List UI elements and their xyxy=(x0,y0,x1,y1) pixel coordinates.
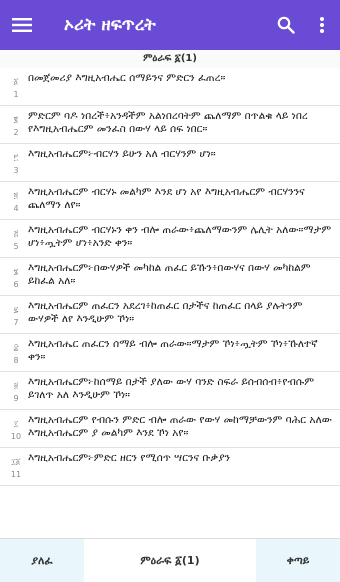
verse-row[interactable]: ፬ 4 እግዚአብሔርም ብርሃኑ መልካም እንደ ሆነ አየ እግዚአብሔርም… xyxy=(0,182,340,220)
verse-text: በመጀመሪያ እግዚአብሔር ሰማይንና ምድርን ፈጠረ። xyxy=(28,72,226,84)
verse-number: ፫ 3 xyxy=(13,153,19,175)
verse-number: ፯ 7 xyxy=(13,305,19,327)
verse-number: ፪ 2 xyxy=(13,115,19,137)
verse-row[interactable]: ፮ 6 እግዚአብሔርም፦በውሃዎች መካከል ጠፈር ይኹን፥በውሃና በውሃ … xyxy=(0,258,340,296)
verse-row[interactable]: ፱ 9 እግዚአብሔርም፦ከሰማይ በታች ያለው ውሃ ባንድ ስፍራ ይሰብሰ… xyxy=(0,372,340,410)
verse-text: እግዚአብሔርም፦ምድር ዘርን የሚሰጥ ሣርንና ቡቃያን xyxy=(28,452,231,464)
verse-row[interactable]: ፲ 10 እግዚአብሔርም የብሱን ምድር ብሎ ጠራው የውሃ መከማቻውንም… xyxy=(0,410,340,448)
verse-text: እግዚአብሔርም፦በውሃዎች መካከል ጠፈር ይኹን፥በውሃና በውሃ መካከ… xyxy=(28,262,311,287)
verse-number: ፰ 8 xyxy=(13,343,19,365)
next-chapter-button[interactable]: ቀጣይ xyxy=(256,539,340,582)
verse-number: ፮ 6 xyxy=(13,267,19,289)
verse-row[interactable]: ፩ 1 በመጀመሪያ እግዚአብሔር ሰማይንና ምድርን ፈጠረ። xyxy=(0,68,340,106)
search-icon[interactable] xyxy=(268,0,304,50)
app-bar: ኦሪት ዘፍጥረት xyxy=(0,0,340,50)
verse-number: ፲ 10 xyxy=(10,419,22,441)
verse-row[interactable]: ፭ 5 እግዚአብሔርም ብርሃኑን ቀን ብሎ ጠራው፥ጨለማውንም ሌሊት አ… xyxy=(0,220,340,258)
verse-text: እግዚአብሔርም ጠፈርን አደረገ፥ከጠፈር በታችና ከጠፈር በላይ ያሉ… xyxy=(28,300,303,325)
verse-text: እግዚአብሔርም፦ከሰማይ በታች ያለው ውሃ ባንድ ስፍራ ይሰብሰብ፥የ… xyxy=(28,376,315,401)
bottom-navigation: ያለፈ ምዕራፍ ፩(1) ቀጣይ xyxy=(0,538,340,582)
verse-number: ፩ 1 xyxy=(13,77,19,99)
hamburger-menu-icon[interactable] xyxy=(0,0,44,50)
verse-row[interactable]: ፫ 3 እግዚአብሔርም፦ብርሃን ይሁን አለ ብርሃንም ሆነ። xyxy=(0,144,340,182)
previous-chapter-button[interactable]: ያለፈ xyxy=(0,539,84,582)
verse-text: እግዚአብሔርም፦ብርሃን ይሁን አለ ብርሃንም ሆነ። xyxy=(28,148,216,160)
verse-number: ፱ 9 xyxy=(13,381,19,403)
chapter-header: ምዕራፍ ፩(1) xyxy=(0,50,340,68)
verse-row[interactable]: ፯ 7 እግዚአብሔርም ጠፈርን አደረገ፥ከጠፈር በታችና ከጠፈር በላይ… xyxy=(0,296,340,334)
verse-row[interactable]: ፰ 8 እግዚአብሔር ጠፈርን ሰማይ ብሎ ጠራው።ማታም ኾነ፥ጧትም ኾነ… xyxy=(0,334,340,372)
verse-number: ፭ 5 xyxy=(13,229,19,251)
verse-text: እግዚአብሔርም ብርሃኑን ቀን ብሎ ጠራው፥ጨለማውንም ሌሊት አለው።… xyxy=(28,224,332,249)
verse-text: እግዚአብሔር ጠፈርን ሰማይ ብሎ ጠራው።ማታም ኾነ፥ጧትም ኾነ፥ኹለ… xyxy=(28,338,318,363)
more-vertical-icon[interactable] xyxy=(304,0,340,50)
verse-row[interactable]: ፲፩ 11 እግዚአብሔርም፦ምድር ዘርን የሚሰጥ ሣርንና ቡቃያን xyxy=(0,448,340,486)
verse-number: ፬ 4 xyxy=(13,191,19,213)
current-chapter-button[interactable]: ምዕራፍ ፩(1) xyxy=(84,539,256,582)
verse-list[interactable]: ፩ 1 በመጀመሪያ እግዚአብሔር ሰማይንና ምድርን ፈጠረ። ፪ 2 ምድርም… xyxy=(0,68,340,538)
verse-number: ፲፩ 11 xyxy=(10,457,22,479)
verse-text: እግዚአብሔርም ብርሃኑ መልካም እንደ ሆነ አየ እግዚአብሔርም ብር… xyxy=(28,186,305,211)
verse-text: እግዚአብሔርም የብሱን ምድር ብሎ ጠራው የውሃ መከማቻውንም ባሕር… xyxy=(28,414,332,439)
verse-text: ምድርም ባዶ ነበረች፥አንዳችም አልነበረባትም ጨለማም በጥልቁ ላይ… xyxy=(28,110,308,135)
app-title: ኦሪት ዘፍጥረት xyxy=(64,15,156,35)
verse-row[interactable]: ፪ 2 ምድርም ባዶ ነበረች፥አንዳችም አልነበረባትም ጨለማም በጥልቁ… xyxy=(0,106,340,144)
